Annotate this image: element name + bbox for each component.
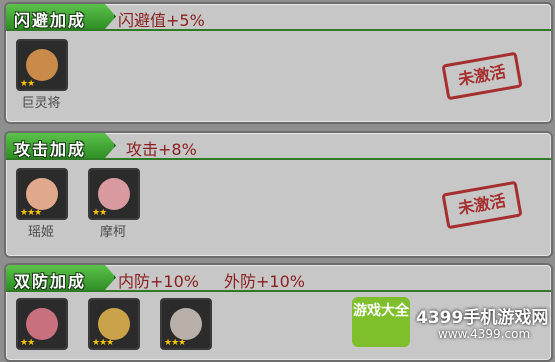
hero-portrait[interactable]: ★★★ xyxy=(88,298,140,350)
star-rating: ★★ xyxy=(92,208,107,218)
section-tab: 双防加成 xyxy=(6,265,116,290)
watermark-site-name: 4399手机游戏网 xyxy=(416,308,549,328)
star-rating: ★★★ xyxy=(164,338,186,348)
hero-card[interactable]: ★★ xyxy=(16,298,68,350)
star-rating: ★★★ xyxy=(20,208,42,218)
star-rating: ★★ xyxy=(20,338,35,348)
section-tab: 攻击加成 xyxy=(6,133,116,158)
hero-name: 瑶姬 xyxy=(27,225,54,240)
hero-name: 巨灵将 xyxy=(21,96,61,111)
hero-portrait[interactable]: ★★ xyxy=(16,39,68,91)
hero-portrait[interactable]: ★★★ xyxy=(16,168,68,220)
bonus-text: 内防+10% xyxy=(118,272,199,291)
hero-name: 摩柯 xyxy=(99,225,126,240)
hero-card[interactable]: ★★ 巨灵将 xyxy=(16,39,68,111)
hero-card[interactable]: ★★★ 瑶姬 xyxy=(16,168,68,240)
bonus-panel-dodge: 闪避加成 闪避值+5% ★★ 巨灵将 未激活 xyxy=(4,2,553,124)
hero-portrait[interactable]: ★★ xyxy=(16,298,68,350)
section-title: 闪避加成 xyxy=(14,11,87,30)
inactive-stamp: 未激活 xyxy=(441,51,523,101)
section-title: 攻击加成 xyxy=(14,140,87,159)
site-watermark: 游戏大全 4399手机游戏网 www.4399.com xyxy=(352,297,552,349)
hero-card[interactable]: ★★★ xyxy=(88,298,140,350)
star-rating: ★★ xyxy=(20,79,35,89)
inactive-stamp: 未激活 xyxy=(441,180,523,230)
hero-portrait[interactable]: ★★★ xyxy=(160,298,212,350)
bonus-text: 闪避值+5% xyxy=(118,11,205,30)
watermark-url: www.4399.com xyxy=(438,327,531,341)
bonus-text: 外防+10% xyxy=(224,272,305,291)
bonus-text: 攻击+8% xyxy=(126,140,197,159)
hero-card[interactable]: ★★★ xyxy=(160,298,212,350)
star-rating: ★★★ xyxy=(92,338,114,348)
watermark-logo: 游戏大全 xyxy=(352,297,410,347)
hero-card[interactable]: ★★ 摩柯 xyxy=(88,168,140,240)
hero-portrait[interactable]: ★★ xyxy=(88,168,140,220)
section-title: 双防加成 xyxy=(14,272,87,291)
section-tab: 闪避加成 xyxy=(6,4,116,29)
bonus-panel-attack: 攻击加成 攻击+8% ★★★ 瑶姬 ★★ 摩柯 未激活 xyxy=(4,131,553,258)
